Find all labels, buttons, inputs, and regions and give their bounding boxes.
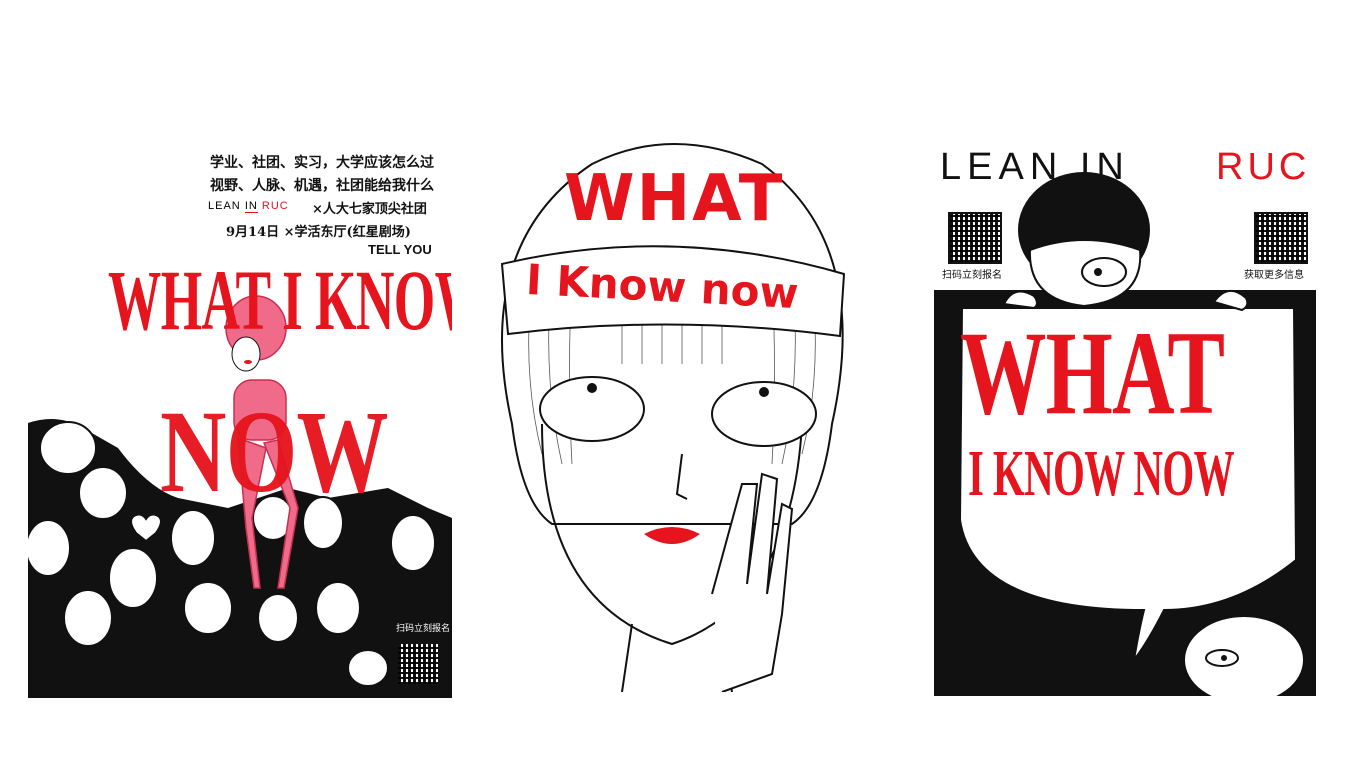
title-what-i-know: WHAT I KNOW <box>108 252 452 348</box>
title-what: WHAT <box>960 306 1225 439</box>
question-text: 什么社团适合我? <box>968 654 1120 678</box>
qr-label-box: 扫码立刻报名 <box>394 620 450 636</box>
title-i-know-now: I KNOW NOW <box>968 437 1235 510</box>
qr-code <box>396 642 440 686</box>
title-now: NOW <box>160 386 389 517</box>
poster-middle: WHAT I Know now <box>472 124 874 692</box>
poster-right: LEAN IN RUC 扫码立刻报名 获取更多信息 WHAT I KNOW NO… <box>934 140 1316 696</box>
qr-label: 扫码立刻报名 <box>396 624 451 634</box>
title-what: WHAT <box>564 162 785 236</box>
poster-left: 学业、社团、实习，大学应该怎么过 视野、人脉、机遇，社团能给我什么 LEAN I… <box>28 148 452 698</box>
